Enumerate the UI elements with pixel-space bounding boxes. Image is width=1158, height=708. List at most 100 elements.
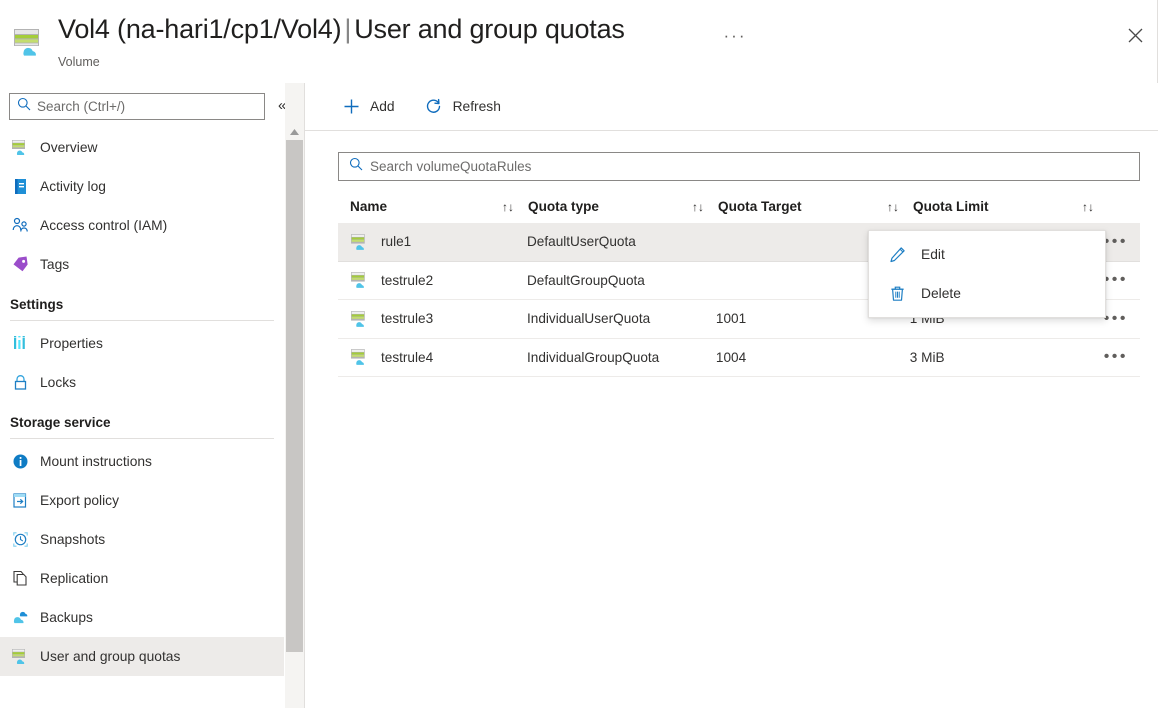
row-more-menu-button[interactable]: ••• (1104, 348, 1140, 366)
sidebar-item-backups[interactable]: Backups (0, 598, 284, 637)
filter-input[interactable] (370, 159, 1139, 174)
cell-name: testrule4 (338, 339, 527, 377)
cell-name: testrule2 (338, 262, 527, 300)
search-input[interactable] (37, 99, 264, 114)
export-policy-icon (10, 491, 30, 511)
page-title-separator: | (344, 14, 352, 44)
cell-name-text: testrule4 (381, 349, 434, 365)
quota-rules-filter[interactable] (338, 152, 1140, 181)
sidebar-item-export-policy[interactable]: Export policy (0, 481, 284, 520)
cell-name-text: testrule3 (381, 311, 434, 327)
context-menu-item-edit[interactable]: Edit (869, 235, 1105, 274)
sidebar-item-tags[interactable]: Tags (0, 245, 284, 284)
column-header-label: Quota type (528, 199, 599, 214)
properties-icon (10, 334, 30, 354)
cell-quota-type: IndividualUserQuota (526, 311, 651, 327)
column-header-quota-limit[interactable]: Quota Limit ↑↓ (913, 190, 1108, 223)
volume-icon (350, 232, 370, 252)
sidebar-item-label: Backups (40, 610, 93, 625)
close-icon (1128, 28, 1143, 43)
page-title: Vol4 (na-hari1/cp1/Vol4) | User and group … (58, 14, 625, 45)
cell-name: rule1 (338, 223, 527, 261)
access-control-icon (10, 216, 30, 236)
cell-quota-type: DefaultUserQuota (526, 234, 636, 250)
column-header-label: Quota Limit (913, 199, 989, 214)
command-bar-divider (305, 130, 1158, 131)
lock-icon (10, 373, 30, 393)
sidebar-item-label: Export policy (40, 493, 119, 508)
sidebar-item-properties[interactable]: Properties (0, 324, 284, 363)
snapshot-clock-icon (10, 530, 30, 550)
column-header-quota-target[interactable]: Quota Target ↑↓ (718, 190, 913, 223)
header-more-menu-button[interactable]: ··· (722, 24, 748, 48)
cell-quota-type: IndividualGroupQuota (526, 349, 660, 365)
row-more-menu-button[interactable]: ••• (1104, 271, 1140, 289)
sidebar-search[interactable] (9, 93, 265, 120)
volume-icon (10, 22, 48, 60)
column-header-label: Name (350, 199, 388, 214)
page-subtitle: Volume (58, 55, 100, 69)
sidebar-item-label: Snapshots (40, 532, 106, 547)
cell-quota-type: DefaultGroupQuota (526, 272, 645, 288)
sidebar-item-label: Mount instructions (40, 454, 152, 469)
table-header-row: Name ↑↓ Quota type ↑↓ Quota Target ↑↓ Qu… (338, 190, 1140, 223)
table-row[interactable]: testrule4 IndividualGroupQuota 1004 3 Mi… (338, 339, 1140, 377)
sidebar-item-replication[interactable]: Replication (0, 559, 284, 598)
tag-icon (10, 255, 30, 275)
sidebar-scrollbar[interactable] (285, 83, 304, 708)
search-icon (17, 97, 31, 116)
sidebar-item-activity-log[interactable]: Activity log (0, 167, 284, 206)
row-context-menu: Edit Delete (868, 230, 1106, 318)
sidebar-item-user-and-group-quotas[interactable]: User and group quotas (0, 637, 284, 676)
column-header-name[interactable]: Name ↑↓ (338, 190, 528, 223)
sort-icon[interactable]: ↑↓ (502, 200, 514, 214)
main-content: Add Refresh Search volumeQuotaRules Name… (305, 83, 1158, 708)
cell-name: testrule3 (338, 300, 527, 338)
blade-header: Vol4 (na-hari1/cp1/Vol4) | User and group … (0, 0, 1158, 83)
add-button[interactable]: Add (338, 91, 405, 123)
column-header-quota-type[interactable]: Quota type ↑↓ (528, 190, 718, 223)
sidebar-item-label: Replication (40, 571, 109, 586)
backup-cloud-icon (10, 608, 30, 628)
sidebar-item-label: Access control (IAM) (40, 218, 168, 233)
page-title-resource: Vol4 (na-hari1/cp1/Vol4) (58, 14, 342, 44)
sort-icon[interactable]: ↑↓ (692, 200, 704, 214)
sidebar-item-mount-instructions[interactable]: Mount instructions (0, 442, 284, 481)
plus-icon (340, 96, 362, 118)
sidebar-item-label: Overview (40, 140, 98, 155)
column-header-label: Quota Target (718, 199, 802, 214)
cell-quota-target: 1004 (715, 349, 747, 365)
sidebar-item-overview[interactable]: Overview (0, 128, 284, 167)
refresh-icon (423, 96, 445, 118)
activity-log-icon (10, 177, 30, 197)
search-icon (349, 157, 363, 176)
sidebar-item-snapshots[interactable]: Snapshots (0, 520, 284, 559)
cell-quota-limit: 3 MiB (909, 349, 945, 365)
sort-icon[interactable]: ↑↓ (887, 200, 899, 214)
row-more-menu-button[interactable]: ••• (1104, 233, 1140, 251)
volume-icon (350, 309, 370, 329)
scrollbar-thumb[interactable] (286, 140, 303, 652)
cell-name-text: rule1 (381, 234, 412, 250)
refresh-button[interactable]: Refresh (421, 91, 511, 123)
sort-icon[interactable]: ↑↓ (1082, 200, 1094, 214)
context-menu-item-delete[interactable]: Delete (869, 274, 1105, 313)
scrollbar-up-arrow[interactable] (285, 123, 304, 140)
sidebar-item-label: Tags (40, 257, 70, 272)
volume-icon (350, 347, 370, 367)
sidebar-item-locks[interactable]: Locks (0, 363, 284, 402)
context-menu-item-label: Edit (921, 247, 945, 262)
volume-icon (350, 270, 370, 290)
add-button-label: Add (370, 99, 395, 114)
sidebar-item-label: Locks (40, 375, 77, 390)
sidebar-group-title: Settings (10, 297, 64, 312)
refresh-button-label: Refresh (452, 99, 501, 114)
sidebar-nav: Overview Activity log Access control (IA… (0, 128, 284, 708)
sidebar-item-label: Properties (40, 336, 103, 351)
blade-sidebar: « Overview (0, 83, 304, 708)
sidebar-group-divider (10, 438, 274, 439)
sidebar-item-access-control[interactable]: Access control (IAM) (0, 206, 284, 245)
trash-icon (887, 284, 907, 304)
close-button[interactable] (1120, 20, 1150, 50)
row-more-menu-button[interactable]: ••• (1104, 310, 1140, 328)
